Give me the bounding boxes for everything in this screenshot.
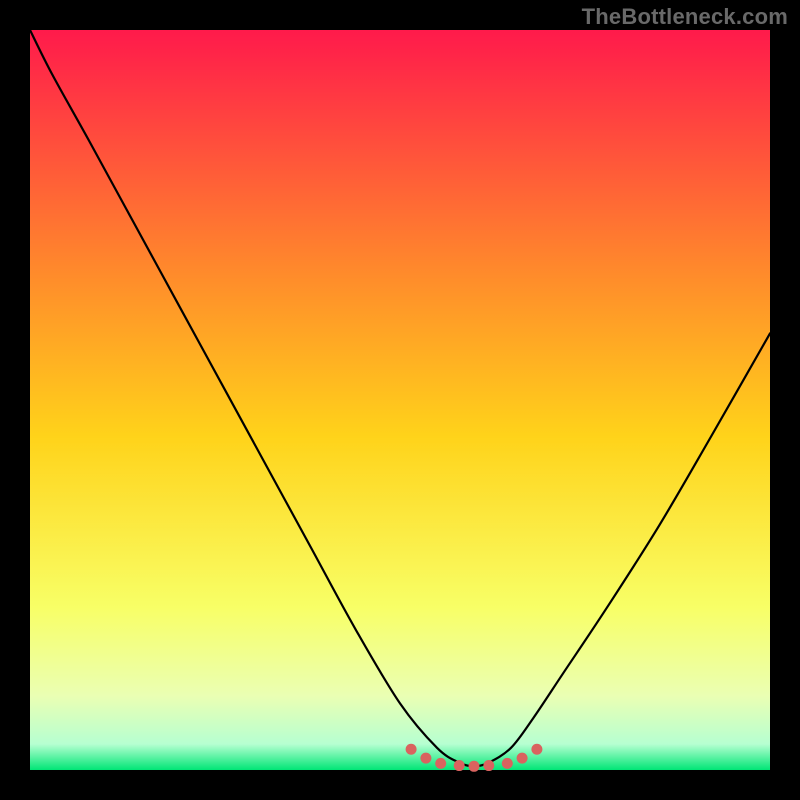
- flat-marker-dot: [517, 753, 528, 764]
- chart-frame: TheBottleneck.com: [0, 0, 800, 800]
- flat-marker-dot: [531, 744, 542, 755]
- flat-marker-dot: [406, 744, 417, 755]
- flat-marker-dot: [454, 760, 465, 771]
- bottleneck-chart: [0, 0, 800, 800]
- flat-marker-dot: [435, 758, 446, 769]
- plot-background: [30, 30, 770, 770]
- watermark-text: TheBottleneck.com: [582, 4, 788, 30]
- flat-marker-dot: [420, 753, 431, 764]
- flat-marker-dot: [469, 761, 480, 772]
- flat-marker-dot: [483, 760, 494, 771]
- flat-marker-dot: [502, 758, 513, 769]
